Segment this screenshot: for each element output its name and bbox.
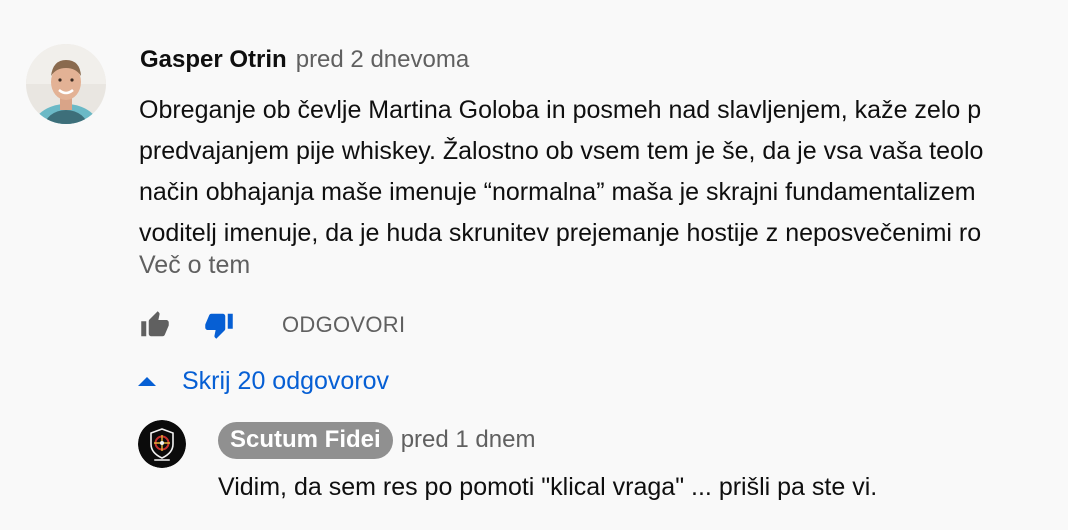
reply-button[interactable]: ODGOVORI (282, 312, 405, 338)
author-avatar[interactable] (26, 44, 106, 124)
shield-logo-icon (138, 420, 186, 468)
comment-text: Obreganje ob čevlje Martina Goloba in po… (139, 90, 1068, 254)
thumb-down-icon (205, 313, 233, 339)
comment-author-name[interactable]: Gasper Otrin (140, 46, 287, 74)
comment-timestamp[interactable]: pred 2 dnevoma (296, 46, 469, 74)
like-button[interactable] (138, 308, 172, 342)
comment-text-line: voditelj imenuje, da je huda skrunitev p… (139, 219, 982, 247)
reply-author-avatar[interactable] (138, 420, 186, 468)
avatar-photo (26, 44, 106, 124)
hide-replies-toggle[interactable]: Skrij 20 odgovorov (138, 364, 389, 398)
reply-timestamp[interactable]: pred 1 dnem (401, 426, 536, 454)
comment-thread: Gasper Otrin pred 2 dnevoma Obreganje ob… (0, 0, 1068, 530)
reply-author-name[interactable]: Scutum Fidei (218, 421, 393, 459)
comment-text-line: način obhajanja maše imenuje “normalna” … (139, 178, 976, 206)
comment-text-line: predvajanjem pije whiskey. Žalostno ob v… (139, 137, 984, 165)
caret-up-icon (138, 376, 158, 386)
hide-replies-label: Skrij 20 odgovorov (182, 366, 390, 395)
reply-text: Vidim, da sem res po pomoti "klical vrag… (218, 473, 878, 501)
comment-text-line: Obreganje ob čevlje Martina Goloba in po… (139, 96, 982, 124)
comment-actions: ODGOVORI (138, 305, 405, 345)
reply-header: Scutum Fidei pred 1 dnem (218, 420, 535, 460)
read-more-link[interactable]: Več o tem (139, 251, 250, 280)
dislike-button[interactable] (202, 308, 236, 342)
thumb-up-icon (141, 311, 169, 337)
comment-header: Gasper Otrin pred 2 dnevoma (140, 46, 469, 76)
